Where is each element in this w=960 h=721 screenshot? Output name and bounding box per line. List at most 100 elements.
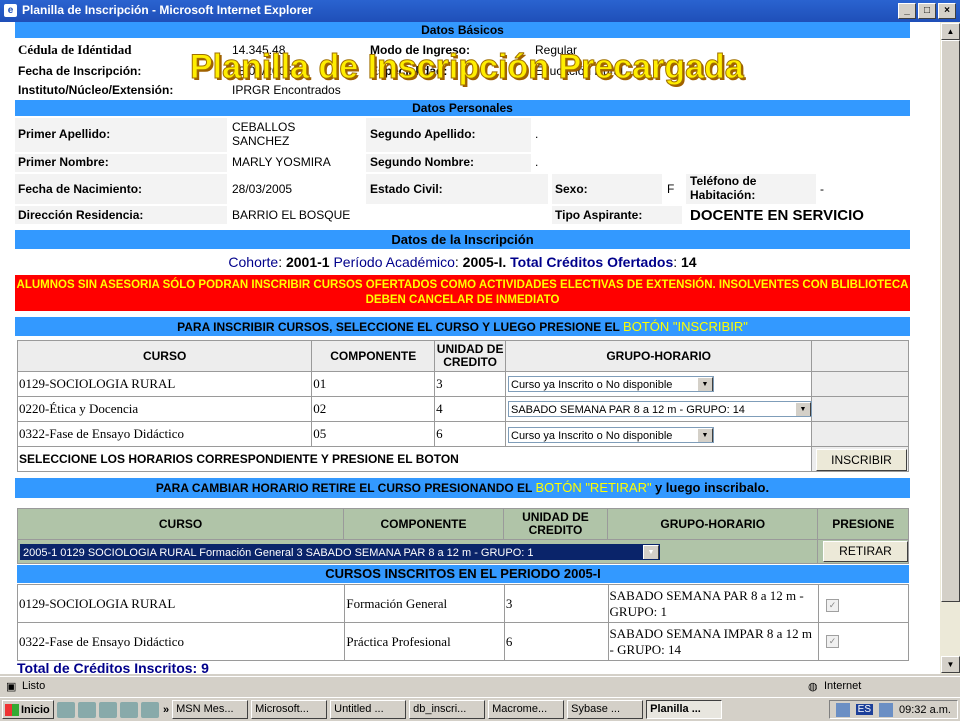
windows-logo-icon <box>5 703 19 716</box>
app-quicklaunch-icon[interactable] <box>99 701 117 718</box>
cohorte-label: Cohorte <box>228 254 279 270</box>
maximize-button[interactable]: □ <box>918 3 936 19</box>
row-componente: 05 <box>311 421 436 447</box>
grupo-select-1[interactable]: Curso ya Inscrito o No disponible ▼ <box>508 376 714 392</box>
row-componente: 01 <box>311 371 436 397</box>
fecha-nacimiento-value: 28/03/2005 <box>232 182 293 196</box>
retirar-instr-tail: y luego inscribalo. <box>654 480 770 495</box>
inscrito-checkbox-2[interactable]: ✓ <box>826 635 839 648</box>
seleccione-text: SELECCIONE LOS HORARIOS CORRESPONDIENTE … <box>16 446 813 472</box>
sexo-value: F <box>667 182 675 196</box>
col-componente: COMPONENTE <box>311 340 436 372</box>
taskbar-item[interactable]: Untitled ... <box>330 700 407 719</box>
inscribir-button[interactable]: INSCRIBIR <box>816 449 907 471</box>
page-content: Datos Básicos Cédula de Idéntidad 14.345… <box>0 22 940 674</box>
ie-quicklaunch-icon[interactable] <box>57 701 75 718</box>
start-button[interactable]: Inicio <box>2 700 54 719</box>
row-unidad: 4 <box>434 396 507 422</box>
app-quicklaunch-icon[interactable] <box>120 701 138 718</box>
inscrito-unidad: 3 <box>503 584 609 623</box>
chevron-down-icon: ▼ <box>643 545 659 559</box>
row-unidad: 6 <box>434 421 507 447</box>
taskbar-item[interactable]: Macrome... <box>488 700 565 719</box>
chevron-down-icon: ▼ <box>795 402 811 416</box>
chevron-down-icon: ▼ <box>697 377 713 391</box>
telefono-label: Teléfono de Habitación: <box>690 174 757 202</box>
status-bar: ▣ Listo ◍ Internet <box>0 676 960 697</box>
chevron-right-icon[interactable]: » <box>163 704 169 716</box>
row-curso: 0129-SOCIOLOGIA RURAL <box>16 371 313 397</box>
app-quicklaunch-icon[interactable] <box>141 701 159 718</box>
col-grupo: GRUPO-HORARIO <box>607 508 819 540</box>
table-row: 0322-Fase de Ensayo Didáctico Práctica P… <box>16 622 909 661</box>
scroll-up-icon[interactable]: ▲ <box>941 23 960 40</box>
curso-inscrito-select[interactable]: 2005-1 0129 SOCIOLOGIA RURAL Formación G… <box>20 544 660 560</box>
estado-civil-label: Estado Civil: <box>370 182 443 196</box>
retirar-instructions: PARA CAMBIAR HORARIO RETIRE EL CURSO PRE… <box>15 478 910 498</box>
segundo-apellido-value: . <box>535 127 539 141</box>
segundo-apellido-label: Segundo Apellido: <box>370 127 476 141</box>
taskbar-item[interactable]: Microsoft... <box>251 700 328 719</box>
primer-apellido-label: Primer Apellido: <box>18 127 111 141</box>
page-icon: ▣ <box>6 681 17 693</box>
inscribir-instr-highlight: BOTÓN "INSCRIBIR" <box>623 319 748 334</box>
system-tray: ES 09:32 a.m. <box>828 700 958 719</box>
vertical-scrollbar[interactable]: ▲ ▼ <box>940 22 960 674</box>
row-unidad: 3 <box>434 371 507 397</box>
taskbar-item[interactable]: Sybase ... <box>567 700 644 719</box>
grupo-select-2-value: SABADO SEMANA PAR 8 a 12 m - GRUPO: 14 <box>511 404 745 416</box>
window-title: Planilla de Inscripción - Microsoft Inte… <box>22 3 313 17</box>
direccion-value: BARRIO EL BOSQUE <box>232 208 351 222</box>
cedula-label: Cédula de Idéntidad <box>18 42 132 58</box>
inscribir-instructions: PARA INSCRIBIR CURSOS, SELECCIONE EL CUR… <box>15 317 910 336</box>
scroll-down-icon[interactable]: ▼ <box>941 656 960 673</box>
total-creditos-value: 9 <box>201 660 209 674</box>
tipo-aspirante-value: DOCENTE EN SERVICIO <box>690 207 864 224</box>
primer-nombre-value: MARLY YOSMIRA <box>232 155 331 169</box>
tray-icon[interactable] <box>835 702 850 717</box>
primer-apellido-value: CEBALLOS SANCHEZ <box>232 120 352 148</box>
direccion-label: Dirección Residencia: <box>18 208 144 222</box>
sexo-label: Sexo: <box>555 182 588 196</box>
telefono-value: - <box>820 182 824 196</box>
cursos-inscritos-table: 0129-SOCIOLOGIA RURAL Formación General … <box>16 584 909 661</box>
datos-inscripcion-header: Datos de la Inscripción <box>15 230 910 249</box>
close-button[interactable]: × <box>938 3 956 19</box>
window-title-bar[interactable]: e Planilla de Inscripción - Microsoft In… <box>0 0 960 22</box>
internet-explorer-icon: e <box>4 4 17 17</box>
creditos-ofertados-label: Total Créditos Ofertados <box>510 254 674 270</box>
minimize-button[interactable]: _ <box>898 3 916 19</box>
periodo-label: Período Académico <box>333 254 455 270</box>
inscrito-curso: 0322-Fase de Ensayo Didáctico <box>16 622 346 661</box>
inscrito-unidad: 6 <box>503 622 609 661</box>
cohorte-line: Cohorte: 2001-1 Período Académico: 2005-… <box>228 254 697 270</box>
clock: 09:32 a.m. <box>899 703 951 716</box>
inscrito-curso: 0129-SOCIOLOGIA RURAL <box>16 584 346 623</box>
col-curso: CURSO <box>16 340 313 372</box>
scroll-thumb[interactable] <box>941 40 960 602</box>
inscrito-checkbox-1[interactable]: ✓ <box>826 599 839 612</box>
cursos-inscritos-header: CURSOS INSCRITOS EN EL PERIODO 2005-I <box>17 565 909 583</box>
total-creditos-inscritos: Total de Créditos Inscritos: 9 <box>17 660 209 674</box>
retirar-instr-text: PARA CAMBIAR HORARIO RETIRE EL CURSO PRE… <box>155 481 533 495</box>
tipo-aspirante-label: Tipo Aspirante: <box>555 208 643 222</box>
language-indicator[interactable]: ES <box>855 704 874 715</box>
inscrito-componente: Formación General <box>344 584 505 623</box>
col-curso: CURSO <box>16 508 345 540</box>
volume-icon[interactable] <box>879 702 894 717</box>
taskbar-item[interactable]: MSN Mes... <box>172 700 249 719</box>
taskbar-item-active[interactable]: Planilla ... <box>646 700 723 719</box>
creditos-ofertados-value: 14 <box>681 254 697 270</box>
globe-icon: ◍ <box>808 681 818 693</box>
segundo-nombre-label: Segundo Nombre: <box>370 155 474 169</box>
grupo-select-3[interactable]: Curso ya Inscrito o No disponible ▼ <box>508 427 714 443</box>
taskbar-item[interactable]: db_inscri... <box>409 700 486 719</box>
row-curso: 0322-Fase de Ensayo Didáctico <box>16 421 313 447</box>
chevron-down-icon: ▼ <box>697 428 713 442</box>
start-label: Inicio <box>21 703 50 716</box>
grupo-select-2[interactable]: SABADO SEMANA PAR 8 a 12 m - GRUPO: 14 ▼ <box>508 401 812 417</box>
retirar-button[interactable]: RETIRAR <box>823 541 908 562</box>
table-row: 0129-SOCIOLOGIA RURAL Formación General … <box>16 584 909 623</box>
col-unidad: UNIDAD DE CREDITO <box>434 340 507 372</box>
app-quicklaunch-icon[interactable] <box>78 701 96 718</box>
